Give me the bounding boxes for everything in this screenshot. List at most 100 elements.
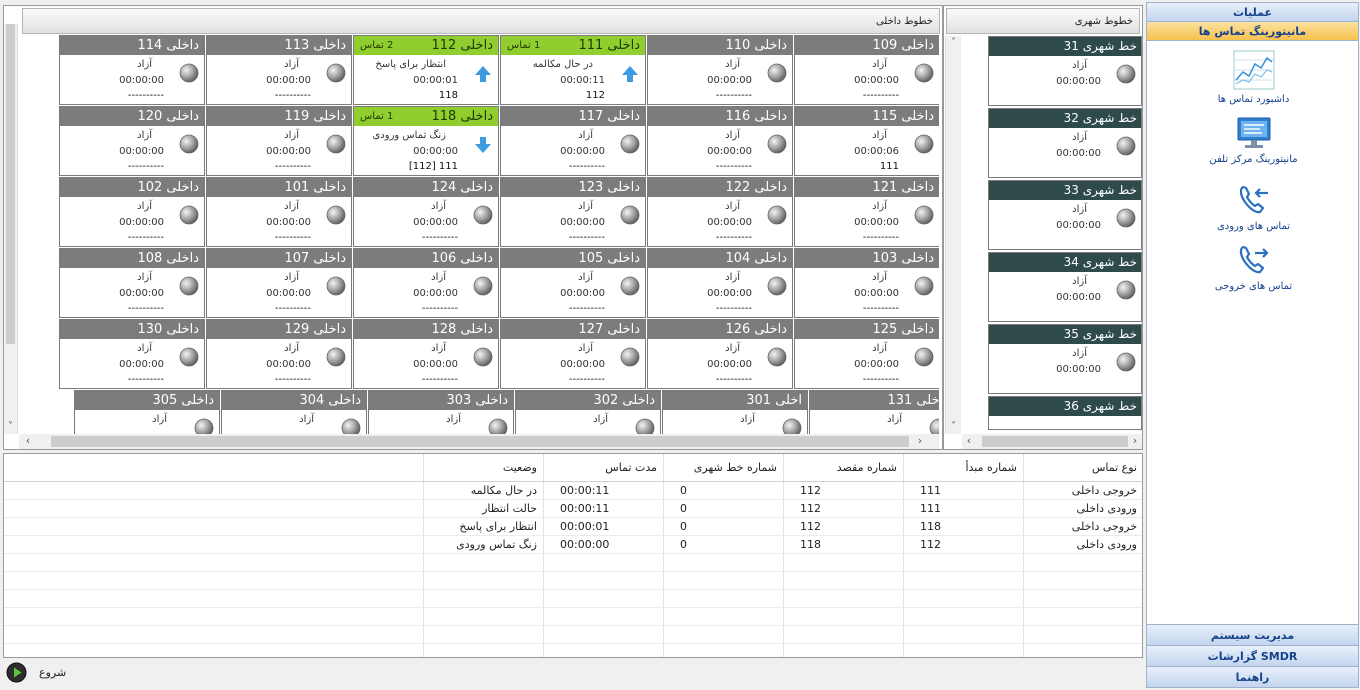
city-vertical-scrollbar[interactable]: ˄ ˅ <box>945 36 961 434</box>
extension-status: آزاد <box>137 343 152 354</box>
scroll-left-arrow[interactable]: ‹ <box>21 434 35 448</box>
extension-peer: [112] 111 <box>408 161 458 172</box>
extension-tile[interactable]: داخلی 117 آزاد 00:00:00 ---------- <box>500 106 646 176</box>
extension-tile[interactable]: داخلی 122 آزاد 00:00:00 ---------- <box>647 177 793 247</box>
table-row[interactable]: خروجی داخلی 118 112 0 00:00:01 انتظار برای پا… <box>4 517 1142 536</box>
extension-tile[interactable]: داخلی 305 آزاد <box>74 390 220 434</box>
extension-tile[interactable]: داخلی 128 آزاد 00:00:00 ---------- <box>353 319 499 389</box>
scroll-down-arrow[interactable]: ˅ <box>4 420 17 434</box>
extension-name: داخلی 101 <box>207 178 351 197</box>
city-line-tile[interactable]: خط شهری 34 آزاد 00:00:00 <box>988 252 1142 322</box>
city-lines-title: خطوط شهری <box>946 8 1140 34</box>
extension-tile[interactable]: داخلی 116 آزاد 00:00:00 ---------- <box>647 106 793 176</box>
column-header[interactable]: شماره مقصد <box>783 454 904 482</box>
extension-tile[interactable]: داخلی 103 آزاد 00:00:00 ---------- <box>794 248 939 318</box>
extension-duration: 00:00:00 <box>119 146 164 157</box>
city-line-tile[interactable]: خط شهری 35 آزاد 00:00:00 <box>988 324 1142 394</box>
nav-section-call-monitoring[interactable]: مانیتورینگ تماس ها <box>1147 22 1358 41</box>
nav-section-help[interactable]: راهنما <box>1147 666 1358 687</box>
column-header[interactable]: شماره خط شهری <box>663 454 784 482</box>
status-indicator-icon <box>767 134 787 154</box>
table-row[interactable]: ورودی داخلی 112 118 0 00:00:00 زنگ تماس ورودی <box>4 535 1142 554</box>
nav-item-call-dashboard[interactable]: داشبورد تماس ها <box>1147 50 1360 105</box>
active-calls-table: نوع تماس شماره مبدأ شماره مقصد شماره خط … <box>3 453 1143 658</box>
nav-item-pbx-monitoring[interactable]: مانیتورینگ مرکز تلفن <box>1147 116 1360 165</box>
nav-item-incoming-calls[interactable]: تماس های ورودی <box>1147 183 1360 232</box>
nav-section-system-management[interactable]: مدیریت سیستم <box>1147 624 1358 645</box>
extension-tile[interactable]: داخلی 303 آزاد <box>368 390 514 434</box>
extension-tile[interactable]: داخلی 101 آزاد 00:00:00 ---------- <box>206 177 352 247</box>
table-cell-filler <box>4 517 424 536</box>
extension-tile[interactable]: داخلی 107 آزاد 00:00:00 ---------- <box>206 248 352 318</box>
outgoing-arrow-icon <box>475 66 491 82</box>
extension-title: داخلی 123 <box>578 180 640 195</box>
status-indicator-icon <box>179 134 199 154</box>
extension-tile[interactable]: داخلی 129 آزاد 00:00:00 ---------- <box>206 319 352 389</box>
extension-title: داخلی 114 <box>137 38 199 53</box>
extension-tile[interactable]: داخلی 119 آزاد 00:00:00 ---------- <box>206 106 352 176</box>
extension-tile[interactable]: داخلی 106 آزاد 00:00:00 ---------- <box>353 248 499 318</box>
extension-tile[interactable]: داخلی 127 آزاد 00:00:00 ---------- <box>500 319 646 389</box>
extension-tile[interactable]: داخلی 126 آزاد 00:00:00 ---------- <box>647 319 793 389</box>
nav-item-outgoing-calls[interactable]: تماس های خروجی <box>1147 243 1360 292</box>
extension-tile[interactable]: داخلی 110 آزاد 00:00:00 ---------- <box>647 35 793 105</box>
table-cell: 112 <box>783 481 904 500</box>
extension-tile[interactable]: داخلی 123 آزاد 00:00:00 ---------- <box>500 177 646 247</box>
extension-tile[interactable]: داخلی 118 1 تماس زنگ تماس ورودی 00:00:00 [11… <box>353 106 499 176</box>
nav-section-smdr-reports[interactable]: گزارشات SMDR <box>1147 645 1358 666</box>
extension-tile[interactable]: داخلی 130 آزاد 00:00:00 ---------- <box>59 319 205 389</box>
extension-peer: 118 <box>438 90 458 101</box>
extension-name: داخلی 116 <box>648 107 792 126</box>
extension-tile[interactable]: داخلی 109 آزاد 00:00:00 ---------- <box>794 35 939 105</box>
extension-tile[interactable]: داخلی 121 آزاد 00:00:00 ---------- <box>794 177 939 247</box>
play-start-icon[interactable] <box>6 662 27 683</box>
city-line-tile[interactable]: خط شهری 36 <box>988 396 1142 430</box>
scroll-right-arrow[interactable]: › <box>913 434 927 448</box>
extension-tile[interactable]: داخلی 124 آزاد 00:00:00 ---------- <box>353 177 499 247</box>
extension-duration: 00:00:00 <box>266 217 311 228</box>
extension-status: آزاد <box>284 130 299 141</box>
nav-section-operations[interactable]: عملیات <box>1147 3 1358 22</box>
scroll-right-arrow[interactable]: › <box>1128 434 1142 448</box>
extension-peer: ---------- <box>568 161 605 172</box>
extension-status: آزاد <box>872 201 887 212</box>
extension-tile[interactable]: داخلی 108 آزاد 00:00:00 ---------- <box>59 248 205 318</box>
column-header[interactable]: شماره مبدأ <box>903 454 1024 482</box>
extension-tile[interactable]: داخلی 131 آزاد <box>809 390 939 434</box>
extension-tile[interactable]: داخلی 120 آزاد 00:00:00 ---------- <box>59 106 205 176</box>
extension-title: داخلی 128 <box>431 322 493 337</box>
extension-tile[interactable]: داخلی 102 آزاد 00:00:00 ---------- <box>59 177 205 247</box>
extension-tile[interactable]: داخلی 104 آزاد 00:00:00 ---------- <box>647 248 793 318</box>
extension-tile[interactable]: داخلی 112 2 تماس انتظار برای پاسخ 00:00:01 1… <box>353 35 499 105</box>
extension-tile[interactable]: داخلی 125 آزاد 00:00:00 ---------- <box>794 319 939 389</box>
extension-tile[interactable]: داخلی 111 1 تماس در حال مکالمه 00:00:11 112 <box>500 35 646 105</box>
extension-peer: ---------- <box>568 303 605 314</box>
extension-name: داخلی 302 <box>516 391 660 410</box>
city-line-tile[interactable]: خط شهری 33 آزاد 00:00:00 <box>988 180 1142 250</box>
start-label[interactable]: شروع <box>39 666 66 679</box>
scroll-left-arrow[interactable]: ‹ <box>962 434 976 448</box>
extension-tile[interactable]: داخلی 114 آزاد 00:00:00 ---------- <box>59 35 205 105</box>
extension-tile[interactable]: داخلی 304 آزاد <box>221 390 367 434</box>
scroll-down-arrow[interactable]: ˅ <box>946 420 961 434</box>
extension-tile[interactable]: داخلی 302 آزاد <box>515 390 661 434</box>
extension-tile[interactable]: داخلی 113 آزاد 00:00:00 ---------- <box>206 35 352 105</box>
internal-horizontal-scrollbar[interactable]: ‹ › <box>19 434 939 449</box>
extension-tile[interactable]: اخلی 301 آزاد <box>662 390 808 434</box>
city-line-status: آزاد <box>1072 276 1087 287</box>
scroll-up-arrow[interactable]: ˄ <box>946 36 961 50</box>
extension-tile[interactable]: داخلی 105 آزاد 00:00:00 ---------- <box>500 248 646 318</box>
table-row[interactable]: خروجی داخلی 111 112 0 00:00:11 در حال مکالمه <box>4 481 1142 500</box>
table-row[interactable]: ورودی داخلی 111 112 0 00:00:11 حالت انتظار <box>4 499 1142 518</box>
extension-title: داخلی 127 <box>578 322 640 337</box>
column-header[interactable]: وضعیت <box>423 454 544 482</box>
city-line-tile[interactable]: خط شهری 32 آزاد 00:00:00 <box>988 108 1142 178</box>
extension-tile[interactable]: داخلی 115 آزاد 00:00:06 111 <box>794 106 939 176</box>
column-header[interactable]: نوع تماس <box>1023 454 1142 482</box>
extension-status: زنگ تماس ورودی <box>372 130 446 141</box>
city-horizontal-scrollbar[interactable]: ‹ › <box>962 434 1142 449</box>
extension-status: آزاد <box>725 201 740 212</box>
column-header[interactable]: مدت تماس <box>543 454 664 482</box>
internal-left-scrollbar[interactable]: ˅ <box>4 24 18 434</box>
city-line-tile[interactable]: خط شهری 31 آزاد 00:00:00 <box>988 36 1142 106</box>
